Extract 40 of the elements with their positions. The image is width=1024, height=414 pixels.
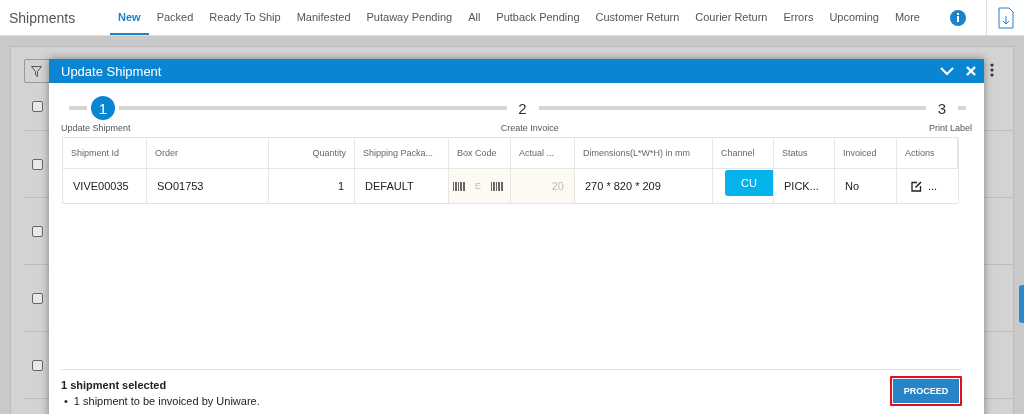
dialog-title: Update Shipment bbox=[61, 63, 163, 79]
nav-tab[interactable]: Upcoming bbox=[821, 0, 887, 35]
document-download-icon[interactable] bbox=[997, 6, 1014, 29]
nav-tab[interactable]: Customer Return bbox=[587, 0, 688, 35]
more-actions-button[interactable]: ... bbox=[928, 180, 938, 192]
box-code-text: E bbox=[475, 181, 481, 191]
row-checkbox[interactable] bbox=[32, 158, 43, 170]
nav-tab[interactable]: Errors bbox=[775, 0, 822, 35]
bullet: • bbox=[64, 394, 68, 408]
collapse-icon[interactable] bbox=[940, 66, 954, 76]
more-vertical-icon[interactable] bbox=[990, 63, 994, 77]
info-icon[interactable] bbox=[950, 9, 966, 26]
edit-icon[interactable] bbox=[911, 180, 922, 192]
filter-icon bbox=[31, 65, 42, 77]
row-checkbox[interactable] bbox=[32, 359, 43, 371]
close-icon[interactable] bbox=[966, 66, 976, 76]
barcode-icon bbox=[453, 181, 465, 191]
app-title: Shipments bbox=[8, 8, 77, 28]
row-checkbox[interactable] bbox=[32, 225, 43, 237]
nav-tab[interactable]: Putaway Pending bbox=[358, 0, 461, 35]
nav-tab[interactable]: Ready To Ship bbox=[201, 0, 289, 35]
nav-tab[interactable]: More bbox=[886, 0, 928, 35]
nav-tab[interactable]: All bbox=[460, 0, 489, 35]
proceed-button[interactable]: PROCEED bbox=[890, 376, 962, 406]
step-number: 1 bbox=[91, 96, 115, 120]
nav-tab[interactable]: New bbox=[110, 0, 149, 35]
channel-badge: CU bbox=[725, 170, 773, 196]
nav-tab[interactable]: Courier Return bbox=[687, 0, 776, 35]
step-label: Update Shipment bbox=[61, 123, 131, 133]
step-label: Print Label bbox=[928, 123, 972, 133]
barcode-icon bbox=[491, 181, 503, 191]
nav-tab[interactable]: Putback Pending bbox=[488, 0, 588, 35]
actual-weight-text: 20 bbox=[551, 180, 564, 192]
selection-summary: 1 shipment selected bbox=[61, 379, 168, 391]
nav-tab[interactable]: Packed bbox=[148, 0, 202, 35]
step-label: Create Invoice bbox=[500, 123, 559, 133]
row-checkbox[interactable] bbox=[32, 101, 43, 112]
invoice-note: 1 shipment to be invoiced by Uniware. bbox=[73, 394, 260, 408]
row-checkbox[interactable] bbox=[32, 292, 43, 304]
nav-tab[interactable]: Manifested bbox=[288, 0, 359, 35]
